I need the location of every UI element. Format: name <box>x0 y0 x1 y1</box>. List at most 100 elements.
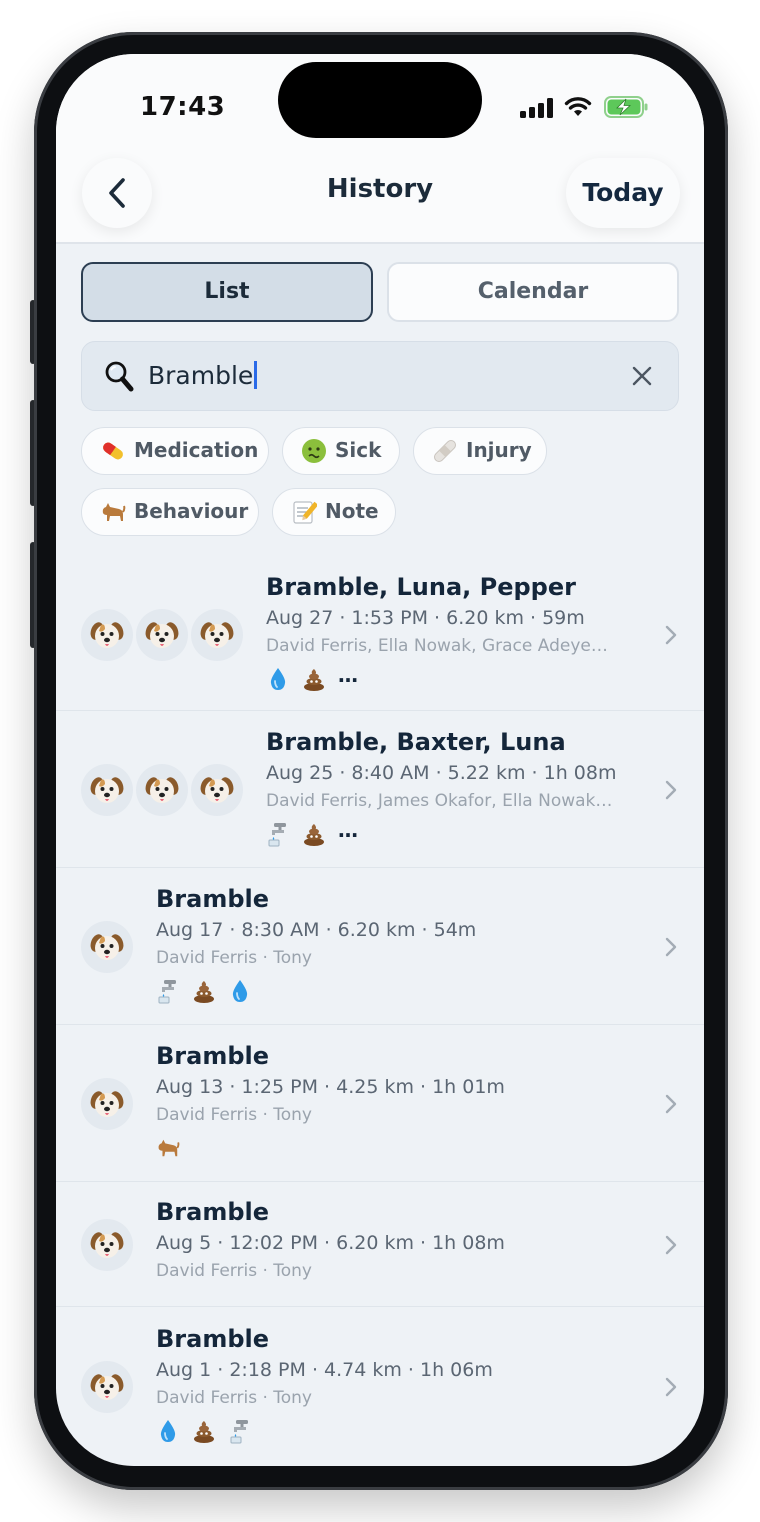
walk-meta: Aug 17 · 8:30 AM · 6.20 km · 54m <box>156 919 477 941</box>
water-tap-icon <box>228 1418 252 1444</box>
walk-dogs-title: Bramble <box>156 1042 270 1070</box>
memo-icon <box>293 501 317 524</box>
walk-meta: Aug 25 · 8:40 AM · 5.22 km · 1h 08m <box>266 762 617 784</box>
chevron-right-icon <box>665 937 677 957</box>
water-drop-icon <box>156 1418 180 1444</box>
walk-row[interactable]: Bramble Aug 5 · 12:02 PM · 6.20 km · 1h 0… <box>56 1182 704 1307</box>
dog-face-icon <box>200 777 234 803</box>
filter-chip-label: Behaviour <box>134 499 249 523</box>
water-drop-icon <box>266 666 290 692</box>
dog-face-icon <box>145 777 179 803</box>
filter-chip-note[interactable]: Note <box>272 488 396 536</box>
walk-meta: Aug 27 · 1:53 PM · 6.20 km · 59m <box>266 607 585 629</box>
text-cursor <box>254 361 257 389</box>
dog-face-icon <box>90 1232 124 1258</box>
tab-list[interactable]: List <box>81 262 373 322</box>
filter-chip-label: Note <box>325 499 379 523</box>
walk-meta: Aug 13 · 1:25 PM · 4.25 km · 1h 01m <box>156 1076 505 1098</box>
poop-icon <box>192 1418 216 1444</box>
walk-dogs-title: Bramble <box>156 1325 270 1353</box>
walk-participants: David Ferris · Tony <box>156 1388 312 1408</box>
dog-avatar <box>191 609 243 661</box>
dog-face-icon <box>90 1374 124 1400</box>
dog-face-icon <box>200 622 234 648</box>
dog-avatar <box>81 609 133 661</box>
clear-search-icon[interactable] <box>630 364 654 388</box>
cellular-signal-icon <box>520 98 554 118</box>
filter-chip-injury[interactable]: Injury <box>413 427 547 475</box>
filter-chip-label: Sick <box>335 438 382 462</box>
walk-meta: Aug 1 · 2:18 PM · 4.74 km · 1h 06m <box>156 1359 493 1381</box>
dog-avatar <box>81 921 133 973</box>
more-events-indicator: … <box>338 663 358 687</box>
dog-avatar <box>81 1361 133 1413</box>
walk-event-icons <box>156 978 264 1004</box>
tab-calendar[interactable]: Calendar <box>387 262 679 322</box>
more-events-indicator: … <box>338 818 358 842</box>
dog-avatar <box>81 1078 133 1130</box>
battery-charging-icon <box>604 96 648 118</box>
walk-row[interactable]: Bramble Aug 13 · 1:25 PM · 4.25 km · 1h 0… <box>56 1025 704 1182</box>
sick-face-icon <box>302 439 326 463</box>
water-tap-icon <box>266 821 290 847</box>
poop-icon <box>302 821 326 847</box>
dog-avatar <box>136 609 188 661</box>
filter-chip-medication[interactable]: Medication <box>81 427 269 475</box>
walk-participants: David Ferris · Tony <box>156 1105 312 1125</box>
status-time: 17:43 <box>140 92 226 122</box>
walk-row[interactable]: Bramble, Luna, Pepper Aug 27 · 1:53 PM · … <box>56 558 704 711</box>
poop-icon <box>302 666 326 692</box>
walk-participants: David Ferris, James Okafor, Ella Nowak… <box>266 791 613 811</box>
bandage-icon <box>433 439 457 463</box>
dog-face-icon <box>90 622 124 648</box>
walk-dogs-title: Bramble <box>156 1198 270 1226</box>
dog-avatar <box>81 764 133 816</box>
chevron-right-icon <box>665 780 677 800</box>
poop-icon <box>192 978 216 1004</box>
walk-event-icons: … <box>266 663 358 692</box>
dog-icon <box>156 1135 180 1161</box>
water-drop-icon <box>228 978 252 1004</box>
search-input[interactable]: Bramble <box>148 361 257 391</box>
filter-chip-label: Injury <box>466 438 532 462</box>
dog-avatar <box>136 764 188 816</box>
filter-chip-sick[interactable]: Sick <box>282 427 400 475</box>
today-button[interactable]: Today <box>566 158 680 228</box>
search-input-text: Bramble <box>148 361 254 390</box>
chevron-right-icon <box>665 1377 677 1397</box>
filter-chip-behaviour[interactable]: Behaviour <box>81 488 259 536</box>
walk-meta: Aug 5 · 12:02 PM · 6.20 km · 1h 08m <box>156 1232 505 1254</box>
filter-chip-label: Medication <box>134 438 259 462</box>
dynamic-island <box>278 62 482 138</box>
walk-event-icons: … <box>266 818 358 847</box>
walk-event-icons <box>156 1418 264 1444</box>
walk-dogs-title: Bramble <box>156 885 270 913</box>
walk-row[interactable]: Bramble, Baxter, Luna Aug 25 · 8:40 AM · … <box>56 711 704 868</box>
walk-dogs-title: Bramble, Baxter, Luna <box>266 728 566 756</box>
walk-participants: David Ferris · Tony <box>156 1261 312 1281</box>
dog-face-icon <box>90 934 124 960</box>
magnifying-glass-icon <box>105 361 134 392</box>
walk-participants: David Ferris, Ella Nowak, Grace Adeye… <box>266 636 608 656</box>
walk-row[interactable]: Bramble Aug 1 · 2:18 PM · 4.74 km · 1h 06… <box>56 1307 704 1466</box>
walk-dogs-title: Bramble, Luna, Pepper <box>266 573 576 601</box>
chevron-right-icon <box>665 1094 677 1114</box>
wifi-icon <box>564 97 592 116</box>
search-field[interactable]: Bramble <box>81 341 679 411</box>
walk-event-icons <box>156 1135 192 1161</box>
chevron-right-icon <box>665 1235 677 1255</box>
pill-icon <box>103 442 123 460</box>
dog-face-icon <box>145 622 179 648</box>
phone-screen: 17:43 History Today List Calendar Brambl… <box>56 54 704 1466</box>
status-bar: 17:43 <box>56 54 704 164</box>
walk-row[interactable]: Bramble Aug 17 · 8:30 AM · 6.20 km · 54m D… <box>56 868 704 1025</box>
dog-avatar <box>81 1219 133 1271</box>
dog-avatar <box>191 764 243 816</box>
dog-face-icon <box>90 777 124 803</box>
dog-face-icon <box>90 1091 124 1117</box>
navigation-bar: History Today <box>56 150 704 244</box>
water-tap-icon <box>156 978 180 1004</box>
dog-icon <box>102 503 126 521</box>
walk-participants: David Ferris · Tony <box>156 948 312 968</box>
chevron-right-icon <box>665 625 677 645</box>
